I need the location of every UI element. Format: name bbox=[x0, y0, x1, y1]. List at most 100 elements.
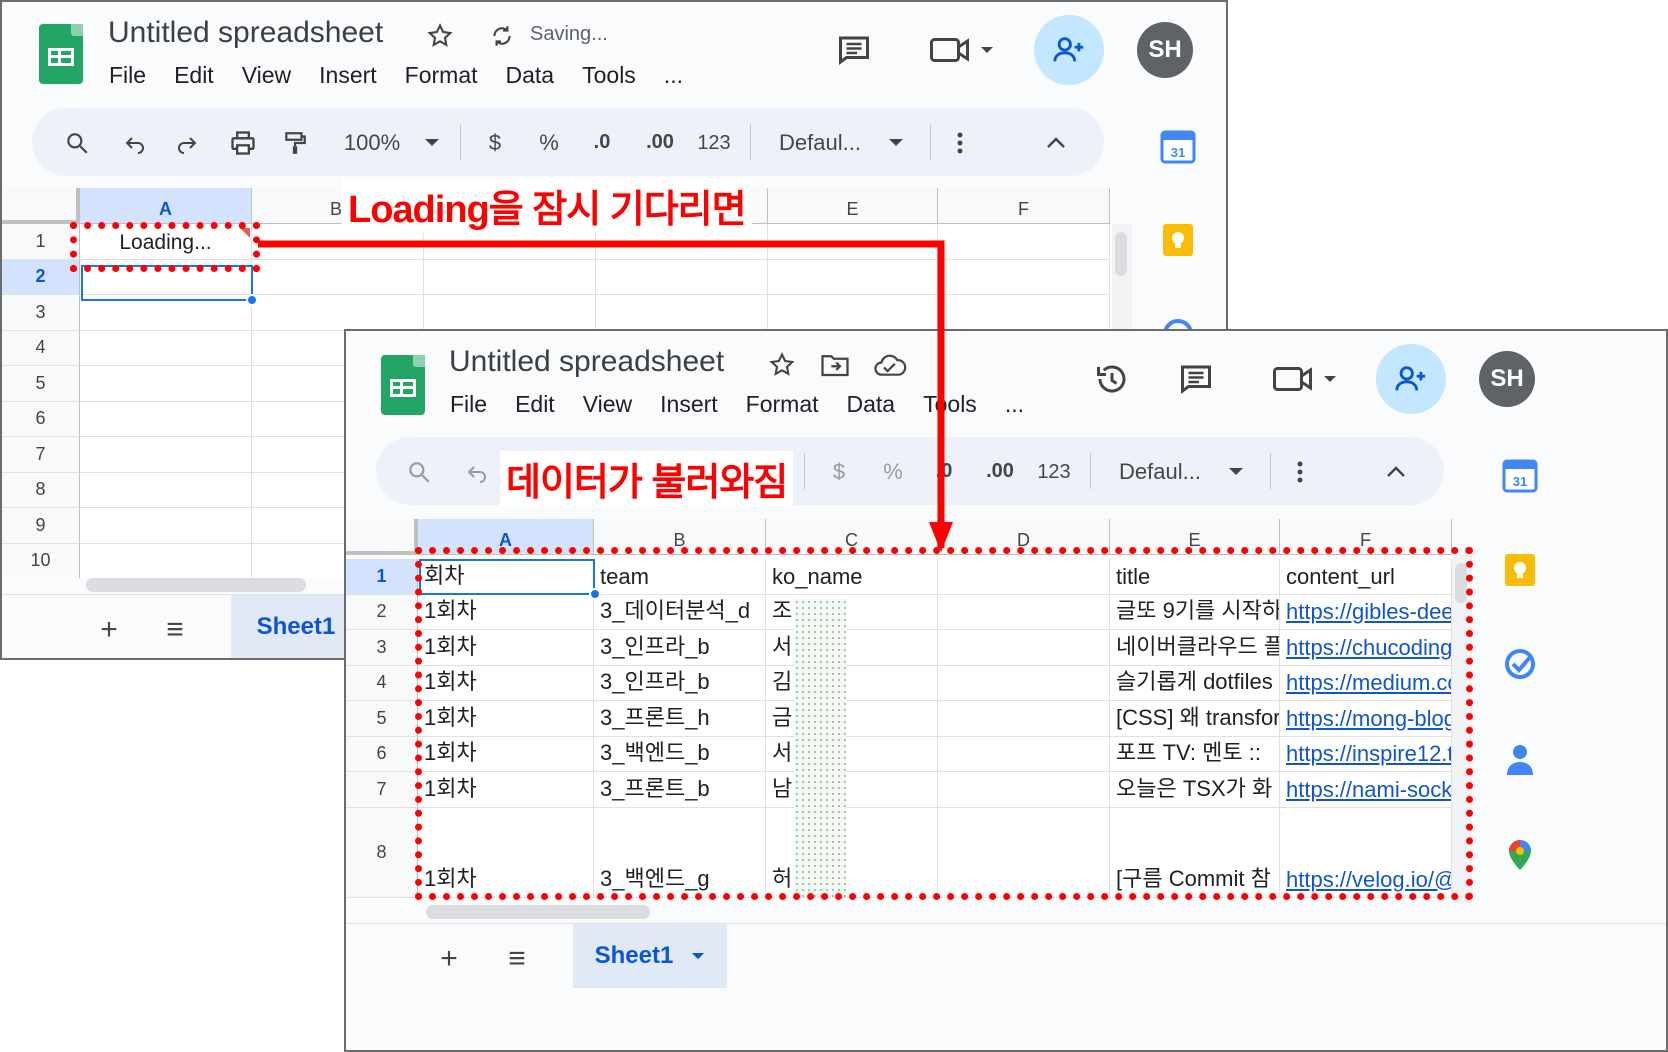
currency-format-button[interactable]: $ bbox=[480, 126, 510, 160]
select-all-corner[interactable] bbox=[2, 188, 80, 224]
row-header[interactable]: 1 bbox=[2, 224, 80, 260]
sheet-tab-sheet1[interactable]: Sheet1 bbox=[231, 595, 361, 658]
version-history-icon[interactable] bbox=[1092, 359, 1132, 399]
column-header-a[interactable]: A bbox=[80, 188, 252, 224]
grid-cell[interactable] bbox=[252, 259, 424, 295]
share-button[interactable] bbox=[1034, 15, 1104, 85]
tasks-icon[interactable] bbox=[1160, 316, 1196, 330]
row-header[interactable]: 3 bbox=[2, 295, 80, 331]
chevron-down-icon[interactable] bbox=[1224, 455, 1248, 489]
menu-tools[interactable]: Tools bbox=[582, 62, 636, 89]
grid-cell[interactable] bbox=[80, 543, 252, 578]
undo-icon[interactable] bbox=[118, 126, 152, 160]
grid-cell[interactable] bbox=[80, 366, 252, 402]
undo-icon[interactable] bbox=[460, 455, 494, 489]
grid-cell[interactable] bbox=[938, 224, 1110, 260]
row-header[interactable]: 7 bbox=[346, 772, 418, 808]
avatar[interactable]: SH bbox=[1137, 22, 1193, 78]
percent-format-button[interactable]: % bbox=[534, 126, 564, 160]
comment-icon[interactable] bbox=[834, 30, 874, 70]
decrease-decimal-button[interactable]: .0 bbox=[582, 122, 622, 162]
redo-icon[interactable] bbox=[170, 126, 204, 160]
calendar-icon[interactable]: 31 bbox=[1160, 128, 1196, 164]
horizontal-scrollbar[interactable] bbox=[86, 578, 306, 592]
row-header[interactable]: 10 bbox=[2, 543, 80, 578]
percent-format-button[interactable]: % bbox=[878, 455, 908, 489]
row-header[interactable]: 4 bbox=[346, 665, 418, 701]
grid-cell[interactable] bbox=[252, 295, 424, 331]
comment-icon[interactable] bbox=[1176, 359, 1216, 399]
chevron-down-icon[interactable] bbox=[691, 952, 705, 961]
menu-insert[interactable]: Insert bbox=[319, 62, 377, 89]
zoom-select[interactable]: 100% bbox=[337, 126, 407, 160]
sheet-tab-sheet1[interactable]: Sheet1 bbox=[573, 924, 727, 988]
search-icon[interactable] bbox=[402, 455, 436, 489]
paint-format-icon[interactable] bbox=[278, 126, 312, 160]
more-vert-icon[interactable] bbox=[948, 126, 972, 160]
document-title[interactable]: Untitled spreadsheet bbox=[449, 345, 724, 379]
contacts-icon[interactable] bbox=[1502, 741, 1538, 777]
grid-cell[interactable] bbox=[596, 259, 768, 295]
keep-icon[interactable] bbox=[1160, 222, 1196, 258]
row-header[interactable]: 6 bbox=[2, 401, 80, 437]
document-title[interactable]: Untitled spreadsheet bbox=[108, 16, 383, 50]
font-select[interactable]: Defaul... bbox=[770, 126, 870, 160]
all-sheets-button[interactable]: ≡ bbox=[500, 942, 534, 976]
chevron-down-icon[interactable] bbox=[884, 126, 908, 160]
grid-cell[interactable] bbox=[938, 295, 1110, 331]
column-header-e[interactable]: E bbox=[768, 188, 938, 224]
grid-cell[interactable] bbox=[768, 295, 938, 331]
font-select[interactable]: Defaul... bbox=[1110, 455, 1210, 489]
calendar-icon[interactable]: 31 bbox=[1502, 457, 1538, 493]
grid-cell[interactable] bbox=[80, 330, 252, 366]
row-header[interactable]: 6 bbox=[346, 736, 418, 772]
sheets-logo-icon[interactable] bbox=[39, 24, 83, 84]
chevron-down-icon[interactable] bbox=[420, 126, 444, 160]
chevron-up-icon[interactable] bbox=[1380, 455, 1412, 489]
menu-format[interactable]: Format bbox=[746, 391, 819, 418]
avatar[interactable]: SH bbox=[1479, 351, 1535, 407]
increase-decimal-button[interactable]: .00 bbox=[638, 122, 682, 162]
all-sheets-button[interactable]: ≡ bbox=[158, 613, 192, 647]
grid-cell[interactable] bbox=[80, 508, 252, 544]
row-header[interactable]: 5 bbox=[2, 366, 80, 402]
more-vert-icon[interactable] bbox=[1288, 455, 1312, 489]
maps-icon[interactable] bbox=[1502, 837, 1538, 873]
keep-icon[interactable] bbox=[1502, 552, 1538, 588]
increase-decimal-button[interactable]: .00 bbox=[978, 451, 1022, 491]
horizontal-scrollbar[interactable] bbox=[426, 905, 650, 919]
meet-icon[interactable] bbox=[927, 30, 999, 70]
chevron-up-icon[interactable] bbox=[1040, 126, 1072, 160]
row-header[interactable]: 3 bbox=[346, 630, 418, 666]
grid-cell[interactable] bbox=[80, 472, 252, 508]
row-header[interactable]: 8 bbox=[346, 807, 418, 898]
meet-icon[interactable] bbox=[1270, 359, 1342, 399]
add-sheet-button[interactable]: + bbox=[92, 613, 126, 647]
print-icon[interactable] bbox=[226, 126, 260, 160]
fill-handle[interactable] bbox=[246, 294, 258, 306]
grid-cell[interactable] bbox=[938, 259, 1110, 295]
search-icon[interactable] bbox=[60, 126, 94, 160]
more-formats-button[interactable]: 123 bbox=[1032, 455, 1076, 489]
sheets-logo-icon[interactable] bbox=[381, 355, 425, 415]
menu-more[interactable]: ... bbox=[664, 62, 683, 89]
grid-cell[interactable] bbox=[424, 295, 596, 331]
star-icon[interactable] bbox=[766, 349, 798, 381]
cloud-saved-icon[interactable] bbox=[872, 349, 908, 381]
grid-cell[interactable] bbox=[768, 224, 938, 260]
menu-file[interactable]: File bbox=[450, 391, 487, 418]
menu-view[interactable]: View bbox=[242, 62, 291, 89]
row-header[interactable]: 8 bbox=[2, 472, 80, 508]
row-header[interactable]: 1 bbox=[346, 559, 418, 595]
grid-cell[interactable] bbox=[768, 259, 938, 295]
row-header[interactable]: 2 bbox=[2, 259, 80, 295]
grid-cell[interactable] bbox=[80, 437, 252, 473]
menu-file[interactable]: File bbox=[109, 62, 146, 89]
move-folder-icon[interactable] bbox=[818, 349, 852, 381]
menu-view[interactable]: View bbox=[583, 391, 632, 418]
row-header[interactable]: 5 bbox=[346, 701, 418, 737]
row-header[interactable]: 2 bbox=[346, 594, 418, 630]
menu-more[interactable]: ... bbox=[1005, 391, 1024, 418]
currency-format-button[interactable]: $ bbox=[824, 455, 854, 489]
star-icon[interactable] bbox=[424, 20, 456, 52]
